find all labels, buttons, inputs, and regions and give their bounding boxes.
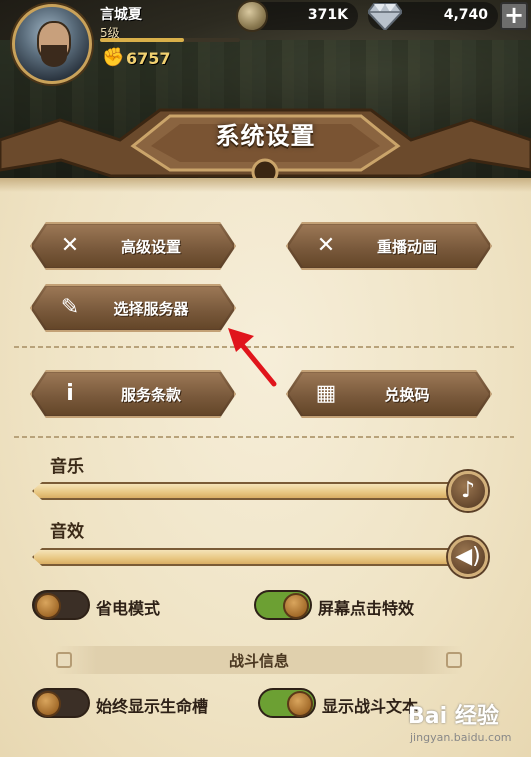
select-server-label: 选择服务器 <box>113 300 189 318</box>
toggle-knob <box>283 593 309 619</box>
tap-effect-toggle[interactable] <box>254 590 312 620</box>
advanced-settings-label: 高级设置 <box>120 238 181 256</box>
toggle-knob <box>35 691 61 717</box>
gold-value: 371K <box>307 7 348 23</box>
xp-bar-fill <box>100 38 184 42</box>
fist-power-icon: ✊ <box>102 47 125 68</box>
gem-counter: 4,740 <box>368 2 498 30</box>
gem-value: 4,740 <box>443 7 488 23</box>
music-label: 音乐 <box>50 457 84 477</box>
diamond-icon <box>368 3 402 30</box>
power-value: 6757 <box>126 49 171 68</box>
wrench-screwdriver-icon: ✕ <box>60 233 80 258</box>
xp-bar <box>100 38 240 42</box>
sound-effects-slider-knob[interactable]: ◀) <box>448 537 488 577</box>
quill-letter-icon: ✎ <box>60 295 80 320</box>
player-name: 言城夏 <box>100 7 142 23</box>
toggle-knob <box>35 593 61 619</box>
always-show-health-label: 始终显示生命槽 <box>96 697 209 716</box>
speaker-icon: ◀) <box>455 544 481 569</box>
terms-of-service-label: 服务条款 <box>120 386 181 404</box>
music-slider-track[interactable] <box>32 482 482 500</box>
redeem-code-label: 兑换码 <box>384 386 430 404</box>
gold-counter: 371K <box>236 0 358 32</box>
power-saving-label: 省电模式 <box>96 599 161 618</box>
gift-icon: ▦ <box>315 381 337 406</box>
replay-animation-button[interactable]: ✕ 重播动画 <box>286 222 492 270</box>
battle-info-section-header: 战斗信息 <box>56 646 462 674</box>
show-battle-text-toggle[interactable] <box>258 688 316 718</box>
advanced-settings-button[interactable]: ✕ 高级设置 <box>30 222 236 270</box>
gold-coin-icon <box>236 0 268 32</box>
wrench-screwdriver-icon: ✕ <box>316 233 336 258</box>
avatar-beard <box>41 45 67 67</box>
show-battle-text-label: 显示战斗文本 <box>322 697 419 716</box>
sound-effects-label: 音效 <box>50 522 84 542</box>
replay-animation-label: 重播动画 <box>376 238 437 256</box>
sound-effects-slider-track[interactable] <box>32 548 482 566</box>
music-slider-knob[interactable]: ♪ <box>448 471 488 511</box>
redeem-code-button[interactable]: ▦ 兑换码 <box>286 370 492 418</box>
tap-effect-label: 屏幕点击特效 <box>318 599 415 618</box>
terms-of-service-button[interactable]: i 服务条款 <box>30 370 236 418</box>
annotation-arrow-icon <box>228 328 277 387</box>
header-right-cap <box>446 652 462 668</box>
divider <box>14 436 514 438</box>
panel-top-edge <box>0 178 531 192</box>
watermark-url: jingyan.baidu.com <box>410 731 512 744</box>
power-saving-toggle[interactable] <box>32 590 90 620</box>
info-icon: i <box>66 381 74 406</box>
player-avatar[interactable] <box>12 4 92 84</box>
battle-info-title: 战斗信息 <box>228 652 289 670</box>
toggle-knob <box>287 691 313 717</box>
baidu-watermark: Bai 经验 jingyan.baidu.com <box>408 698 528 748</box>
add-gems-button[interactable]: + <box>500 2 528 30</box>
watermark-main: Bai 经验 <box>408 704 499 729</box>
music-note-icon: ♪ <box>460 478 476 503</box>
select-server-button[interactable]: ✎ 选择服务器 <box>30 284 236 332</box>
always-show-health-toggle[interactable] <box>32 688 90 718</box>
page-title: 系统设置 <box>215 122 316 150</box>
